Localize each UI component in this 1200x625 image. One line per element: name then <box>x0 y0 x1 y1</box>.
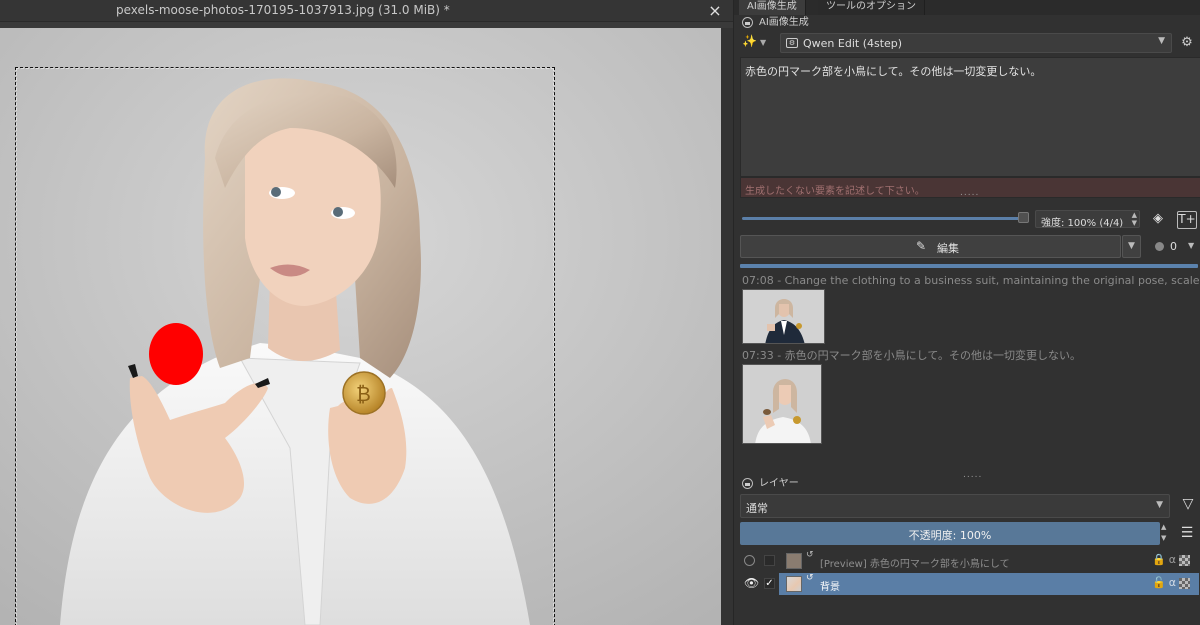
layers-panel-title: レイヤー <box>759 478 799 489</box>
model-select[interactable]: ⚙ Qwen Edit (4step) ▼ <box>780 33 1172 53</box>
dock-tab-bar: AI画像生成 ツールのオプション <box>734 0 1200 15</box>
layer-flags: 🔓 α <box>1152 576 1193 589</box>
add-text-prompt-icon[interactable]: T+ <box>1177 211 1197 229</box>
canvas[interactable]: ₿ <box>0 28 721 625</box>
spin-arrows-icon: ▲ ▼ <box>1131 211 1137 227</box>
layer-checkbox[interactable] <box>764 555 775 566</box>
lock-icon[interactable]: 🔒 <box>1152 553 1166 566</box>
layer-checkbox[interactable]: ✓ <box>764 578 775 589</box>
workflow-icon: ⚙ <box>786 38 798 48</box>
layer-flags: 🔒 α <box>1152 553 1193 566</box>
lock-icon[interactable] <box>742 16 753 28</box>
chevron-down-icon: ▼ <box>1188 241 1195 250</box>
edit-mode-dropdown[interactable]: ▼ <box>1122 235 1141 258</box>
magic-wand-icon[interactable]: ✨ ▼ <box>742 34 770 52</box>
history-text: Change the clothing to a business suit, … <box>784 274 1200 287</box>
right-docker: AI画像生成 ツールのオプション AI画像生成 ✨ ▼ ⚙ Qwen Edit (… <box>733 0 1200 625</box>
history-item-label: 07:33 - 赤色の円マーク部を小鳥にして。その他は一切変更しない。 <box>742 349 1082 362</box>
queue-status-icon <box>1155 242 1164 251</box>
queue-count: 0 <box>1170 240 1177 253</box>
history-item-label: 07:08 - Change the clothing to a busines… <box>742 274 1200 287</box>
alpha-lock-icon[interactable]: α <box>1169 553 1176 566</box>
history-text: 赤色の円マーク部を小鳥にして。その他は一切変更しない。 <box>784 349 1082 362</box>
selected-row-highlight <box>779 573 1199 595</box>
blend-mode-select[interactable]: 通常 ▼ <box>740 494 1170 518</box>
visibility-off-icon[interactable] <box>744 555 755 566</box>
spin-arrows-icon[interactable]: ▲ ▼ <box>1161 522 1170 545</box>
layer-row[interactable]: 👁 ✓ ↺ 背景 🔓 α <box>740 573 1200 595</box>
strength-spinbox[interactable]: 強度: 100% (4/4) ▲ ▼ <box>1035 210 1140 229</box>
add-region-layer-icon[interactable]: ◈ <box>1149 211 1167 229</box>
hamburger-menu-icon[interactable]: ☰ <box>1178 525 1196 543</box>
splitter-handle[interactable]: ..... <box>963 470 982 480</box>
layer-name: 背景 <box>820 582 840 593</box>
blend-mode-value: 通常 <box>746 502 768 515</box>
history-thumbnail[interactable] <box>742 289 825 344</box>
chevron-down-icon: ▼ <box>1158 36 1165 46</box>
tab-tool-options[interactable]: ツールのオプション <box>818 0 925 15</box>
document-tab-bar: pexels-moose-photos-170195-1037913.jpg (… <box>0 0 733 22</box>
inherit-alpha-icon[interactable] <box>1178 577 1190 589</box>
brush-icon: ✎ <box>916 239 927 253</box>
suit-result-image <box>743 290 824 343</box>
edit-button-label: 編集 <box>937 242 959 255</box>
ai-panel-header: AI画像生成 <box>742 16 809 30</box>
filter-icon[interactable]: ▽ <box>1178 496 1198 516</box>
chevron-down-icon: ▼ <box>1156 500 1163 510</box>
ai-panel-title: AI画像生成 <box>759 17 809 28</box>
close-icon[interactable]: × <box>705 1 725 20</box>
strength-label: 強度: 100% (4/4) <box>1041 218 1124 229</box>
layer-row[interactable]: ↺ [Preview] 赤色の円マーク部を小鳥にして 🔒 α <box>740 550 1200 572</box>
layer-name: [Preview] 赤色の円マーク部を小鳥にして <box>820 559 1010 570</box>
document-title: pexels-moose-photos-170195-1037913.jpg (… <box>116 3 450 17</box>
paint-layer-icon: ↺ <box>806 550 814 560</box>
progress-bar <box>740 264 1198 268</box>
opacity-spinbox[interactable]: 不透明度: 100% <box>740 522 1160 545</box>
layers-panel-header: レイヤー <box>742 477 799 491</box>
strength-slider-handle[interactable] <box>1018 212 1029 223</box>
canvas-scrollbar[interactable] <box>721 28 733 625</box>
gear-icon[interactable]: ⚙ <box>1178 34 1196 52</box>
queue-control[interactable]: 0 ▼ <box>1151 239 1200 255</box>
inherit-alpha-icon[interactable] <box>1178 554 1190 566</box>
bird-result-image <box>743 365 821 443</box>
layer-thumbnail <box>786 576 802 592</box>
strength-slider[interactable] <box>742 217 1025 220</box>
selection-marquee <box>15 67 555 625</box>
layer-thumbnail <box>786 553 802 569</box>
model-select-value: Qwen Edit (4step) <box>803 37 903 50</box>
lock-icon[interactable]: 🔓 <box>1152 576 1166 589</box>
tab-ai-generation[interactable]: AI画像生成 <box>739 0 806 15</box>
history-thumbnail[interactable] <box>742 364 822 444</box>
prompt-input[interactable]: 赤色の円マーク部を小鳥にして。その他は一切変更しない。 <box>740 57 1200 177</box>
eye-icon[interactable]: 👁 <box>744 576 759 590</box>
opacity-label: 不透明度: 100% <box>908 529 992 542</box>
document-area: pexels-moose-photos-170195-1037913.jpg (… <box>0 0 733 625</box>
resize-grip-icon[interactable]: ..... <box>960 188 979 198</box>
history-time: 07:08 <box>742 274 774 287</box>
paint-layer-icon: ↺ <box>806 573 814 583</box>
lock-icon[interactable] <box>742 477 753 489</box>
history-time: 07:33 <box>742 349 774 362</box>
alpha-lock-icon[interactable]: α <box>1169 576 1176 589</box>
edit-button[interactable]: ✎ 編集 <box>740 235 1121 258</box>
